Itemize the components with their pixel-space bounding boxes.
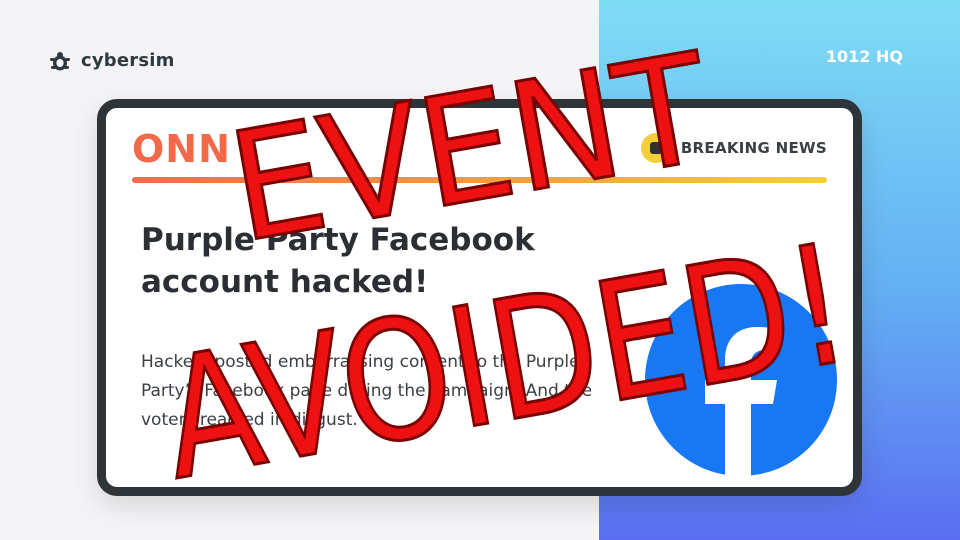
header-divider (132, 177, 827, 183)
alert-icon (640, 133, 671, 163)
article-headline: Purple Party Facebook account hacked! (141, 222, 535, 300)
article-body: Hackers posted embarrassing content to t… (141, 352, 593, 430)
location-label: 1012 HQ (825, 47, 903, 66)
brand-name: cybersim (81, 49, 175, 71)
news-outlet-logo: ONN (132, 127, 231, 171)
breaking-news-badge: BREAKING NEWS (640, 133, 827, 163)
facebook-logo-icon (645, 284, 837, 476)
breaking-news-label: BREAKING NEWS (680, 139, 827, 157)
turtle-icon (50, 52, 70, 71)
brand: cybersim (47, 46, 175, 74)
